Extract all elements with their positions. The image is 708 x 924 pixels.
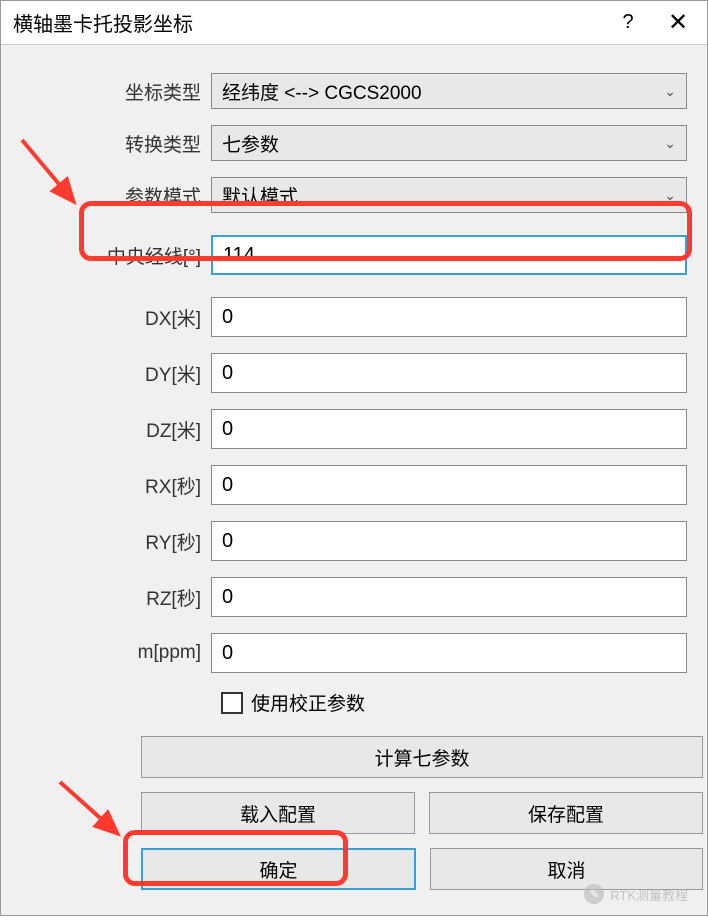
- row-m: m[ppm]: [21, 633, 687, 673]
- dialog-title: 横轴墨卡托投影坐标: [13, 8, 603, 37]
- label-dy: DY[米]: [21, 360, 211, 387]
- chevron-down-icon: ⌄: [664, 135, 676, 152]
- row-central-meridian: 中央经线[°]: [21, 229, 687, 281]
- label-transform-type: 转换类型: [21, 130, 211, 157]
- button-ok-label: 确定: [259, 856, 297, 883]
- titlebar: 横轴墨卡托投影坐标 ? ✕: [1, 1, 707, 45]
- button-save-config[interactable]: 保存配置: [429, 792, 703, 834]
- label-ry: RY[秒]: [21, 528, 211, 555]
- label-rx: RX[秒]: [21, 472, 211, 499]
- close-icon: ✕: [668, 8, 688, 37]
- label-use-correction: 使用校正参数: [251, 689, 365, 716]
- row-transform-type: 转换类型 七参数 ⌄: [21, 125, 687, 161]
- button-load-config[interactable]: 载入配置: [141, 792, 415, 834]
- label-rz: RZ[秒]: [21, 584, 211, 611]
- row-config-buttons: 载入配置 保存配置: [141, 792, 703, 834]
- row-dx: DX[米]: [21, 297, 687, 337]
- button-cancel-label: 取消: [547, 856, 585, 883]
- row-dy: DY[米]: [21, 353, 687, 393]
- button-load-label: 载入配置: [240, 800, 316, 827]
- close-button[interactable]: ✕: [653, 1, 703, 45]
- input-m[interactable]: [211, 633, 687, 673]
- watermark-icon: ✎: [584, 884, 604, 904]
- input-rx[interactable]: [211, 465, 687, 505]
- row-rx: RX[秒]: [21, 465, 687, 505]
- row-dz: DZ[米]: [21, 409, 687, 449]
- button-calc-label: 计算七参数: [374, 744, 469, 771]
- input-dy[interactable]: [211, 353, 687, 393]
- input-central-meridian[interactable]: [211, 235, 687, 275]
- button-save-label: 保存配置: [528, 800, 604, 827]
- input-ry[interactable]: [211, 521, 687, 561]
- button-ok[interactable]: 确定: [141, 848, 416, 890]
- help-icon: ?: [622, 11, 633, 34]
- select-transform-type-value: 七参数: [222, 130, 279, 157]
- label-param-mode: 参数模式: [21, 182, 211, 209]
- checkbox-use-correction[interactable]: [221, 692, 243, 714]
- watermark-text: RTK测量教程: [610, 885, 688, 904]
- select-param-mode[interactable]: 默认模式 ⌄: [211, 177, 687, 213]
- input-dx[interactable]: [211, 297, 687, 337]
- select-coord-type-value: 经纬度 <--> CGCS2000: [222, 78, 422, 105]
- chevron-down-icon: ⌄: [664, 187, 676, 204]
- label-dx: DX[米]: [21, 304, 211, 331]
- help-button[interactable]: ?: [603, 1, 653, 45]
- dialog-window: 横轴墨卡托投影坐标 ? ✕ 坐标类型 经纬度 <--> CGCS2000 ⌄ 转…: [0, 0, 708, 916]
- label-coord-type: 坐标类型: [21, 78, 211, 105]
- chevron-down-icon: ⌄: [664, 83, 676, 100]
- input-rz[interactable]: [211, 577, 687, 617]
- row-rz: RZ[秒]: [21, 577, 687, 617]
- label-m: m[ppm]: [21, 642, 211, 664]
- row-ry: RY[秒]: [21, 521, 687, 561]
- form-content: 坐标类型 经纬度 <--> CGCS2000 ⌄ 转换类型 七参数 ⌄ 参数模式: [1, 45, 707, 924]
- watermark: ✎ RTK测量教程: [584, 884, 688, 904]
- button-calc-seven-params[interactable]: 计算七参数: [141, 736, 703, 778]
- row-param-mode: 参数模式 默认模式 ⌄: [21, 177, 687, 213]
- label-central-meridian: 中央经线[°]: [21, 242, 211, 269]
- select-transform-type[interactable]: 七参数 ⌄: [211, 125, 687, 161]
- input-dz[interactable]: [211, 409, 687, 449]
- row-use-correction: 使用校正参数: [221, 689, 687, 716]
- select-param-mode-value: 默认模式: [222, 182, 298, 209]
- row-coord-type: 坐标类型 经纬度 <--> CGCS2000 ⌄: [21, 73, 687, 109]
- select-coord-type[interactable]: 经纬度 <--> CGCS2000 ⌄: [211, 73, 687, 109]
- label-dz: DZ[米]: [21, 416, 211, 443]
